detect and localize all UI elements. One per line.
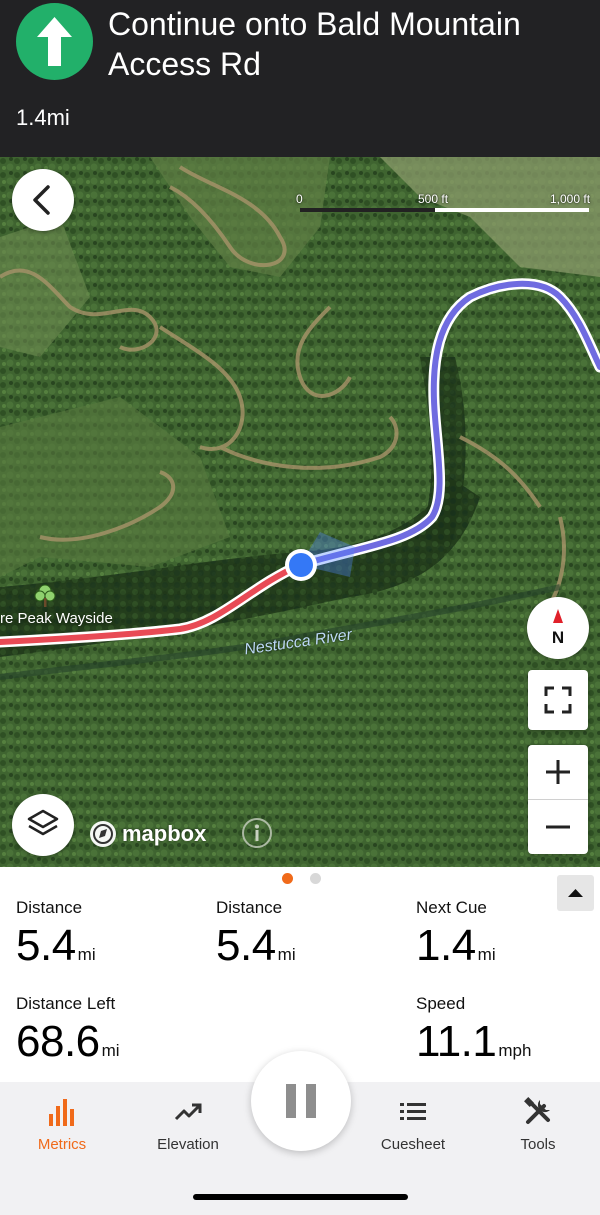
metric-value: 5.4 bbox=[216, 921, 276, 970]
tab-metrics[interactable]: Metrics bbox=[7, 1096, 117, 1162]
metric-value: 68.6 bbox=[16, 1017, 100, 1066]
compass-label: N bbox=[552, 628, 564, 647]
mapbox-icon bbox=[90, 821, 116, 847]
layers-icon bbox=[27, 809, 59, 836]
metric-unit: mi bbox=[101, 1041, 120, 1060]
scale-label-mid: 500 ft bbox=[418, 192, 449, 206]
metric-label: Distance bbox=[16, 898, 83, 917]
metric-distance-2: Distance 5.4 mi bbox=[216, 898, 296, 971]
metric-label: Next Cue bbox=[416, 898, 487, 917]
tab-label: Tools bbox=[520, 1136, 556, 1153]
bottom-tab-bar: Metrics Elevation Cuesheet Tools bbox=[0, 1051, 600, 1215]
metric-value: 5.4 bbox=[16, 921, 76, 970]
turn-distance: 1.4mi bbox=[16, 105, 70, 130]
metric-unit: mi bbox=[477, 945, 496, 964]
bar-chart-icon bbox=[49, 1099, 74, 1126]
tab-cuesheet[interactable]: Cuesheet bbox=[358, 1096, 468, 1162]
metric-unit: mph bbox=[498, 1041, 532, 1060]
metric-label: Distance bbox=[216, 898, 283, 917]
plus-icon bbox=[546, 760, 570, 784]
page-dot-active[interactable] bbox=[282, 873, 293, 884]
mapbox-wordmark: mapbox bbox=[122, 821, 207, 846]
trend-up-icon bbox=[174, 1103, 202, 1121]
metrics-panel: Distance 5.4 mi Distance 5.4 mi Next Cue 1… bbox=[0, 867, 600, 1082]
back-button[interactable] bbox=[12, 169, 74, 231]
compass-icon: N bbox=[552, 609, 564, 647]
metric-value: 1.4 bbox=[416, 921, 476, 970]
scale-label-zero: 0 bbox=[296, 192, 303, 206]
metric-distance: Distance 5.4 mi bbox=[16, 898, 96, 971]
metric-unit: mi bbox=[277, 945, 296, 964]
recenter-button[interactable] bbox=[528, 670, 588, 730]
place-label-wayside[interactable]: re Peak Wayside bbox=[0, 610, 113, 627]
turn-instruction: Continue onto Bald Mountain Access Rd bbox=[108, 6, 521, 82]
metric-distance-left: Distance Left 68.6 mi bbox=[16, 994, 120, 1067]
tab-tools[interactable]: Tools bbox=[483, 1096, 593, 1162]
caret-up-icon bbox=[568, 889, 583, 897]
scale-line-light bbox=[435, 208, 589, 212]
map-view[interactable]: 0 500 ft 1,000 ft re Peak Wayside Nestuc… bbox=[0, 157, 600, 867]
pause-icon bbox=[286, 1084, 316, 1118]
metric-label: Speed bbox=[416, 994, 466, 1013]
fullscreen-icon bbox=[544, 686, 572, 714]
arrow-up-icon bbox=[16, 3, 93, 80]
compass-button[interactable]: N bbox=[527, 597, 589, 659]
scale-line-dark bbox=[300, 208, 435, 212]
list-icon bbox=[400, 1103, 426, 1120]
chevron-left-icon bbox=[33, 185, 50, 215]
tree-poi-icon[interactable] bbox=[34, 584, 56, 608]
tab-label: Cuesheet bbox=[380, 1136, 446, 1153]
zoom-out-button[interactable] bbox=[528, 800, 588, 854]
info-icon[interactable] bbox=[240, 816, 274, 850]
page-dot[interactable] bbox=[310, 873, 321, 884]
tools-icon bbox=[524, 1097, 550, 1124]
metric-next-cue: Next Cue 1.4 mi bbox=[416, 898, 496, 971]
home-indicator[interactable] bbox=[193, 1194, 408, 1200]
map-layers-button[interactable] bbox=[12, 794, 74, 856]
metric-label: Distance Left bbox=[16, 994, 116, 1013]
tab-label: Elevation bbox=[157, 1136, 219, 1153]
navigation-banner: Continue onto Bald Mountain Access Rd 1.… bbox=[0, 0, 600, 157]
pause-button[interactable] bbox=[251, 1051, 351, 1151]
collapse-panel-button[interactable] bbox=[557, 875, 594, 911]
mapbox-logo[interactable]: mapbox bbox=[88, 819, 206, 849]
scale-label-max: 1,000 ft bbox=[550, 192, 591, 206]
zoom-in-button[interactable] bbox=[528, 745, 588, 799]
map-scale-bar: 0 500 ft 1,000 ft bbox=[296, 192, 596, 216]
metric-value: 11.1 bbox=[416, 1017, 497, 1066]
tab-elevation[interactable]: Elevation bbox=[133, 1096, 243, 1162]
satellite-imagery bbox=[0, 157, 600, 867]
metric-speed: Speed 11.1 mph bbox=[416, 994, 531, 1067]
minus-icon bbox=[546, 825, 570, 829]
metric-unit: mi bbox=[77, 945, 96, 964]
zoom-controls bbox=[528, 745, 588, 854]
tab-label: Metrics bbox=[37, 1136, 87, 1153]
